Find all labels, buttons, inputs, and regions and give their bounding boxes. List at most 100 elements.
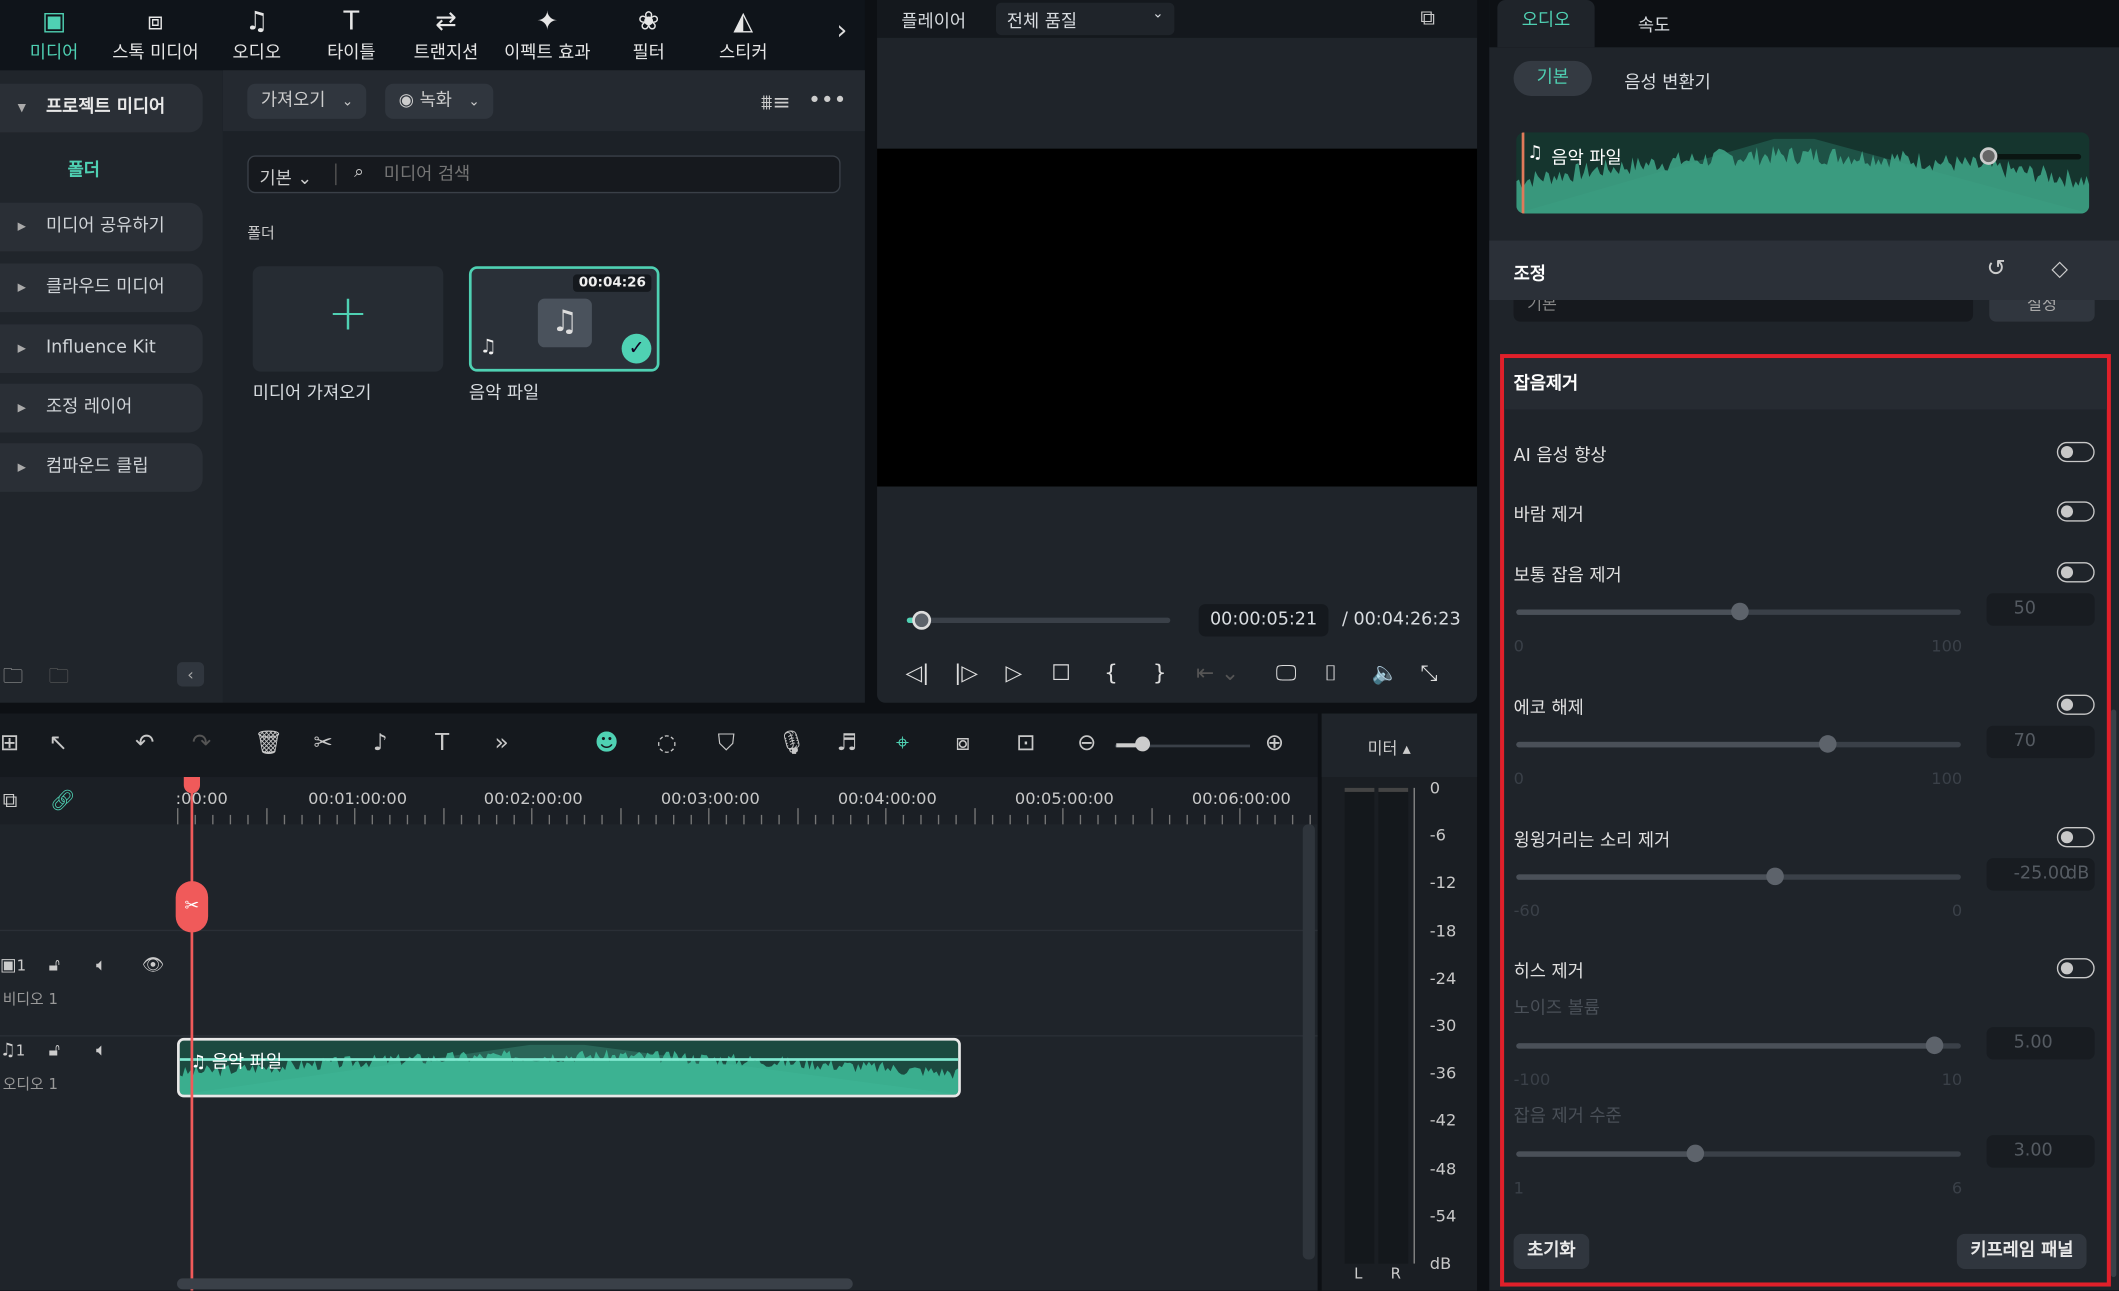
hiss-option-slider[interactable] (1516, 1036, 1961, 1055)
quality-dropdown[interactable]: 전체 품질 ⌄ (995, 2, 1175, 36)
speaker-icon[interactable]: 🔈︎ (96, 1041, 107, 1061)
filter-sort-icon[interactable]: ⩩≡ (761, 89, 791, 116)
record-dropdown[interactable]: ◉ 녹화 ⌄ (385, 83, 494, 119)
denoise-option-toggle[interactable] (2056, 501, 2095, 522)
ai-robot-icon[interactable]: ☻ (595, 730, 619, 757)
delete-icon[interactable]: 🗑︎ (254, 730, 283, 757)
hiss-option-value-input[interactable]: 3.00 (1986, 1135, 2095, 1168)
volume-line-slider[interactable] (1989, 154, 2082, 160)
text-icon[interactable]: T (435, 730, 449, 757)
lock-icon[interactable]: 🔓︎ (49, 955, 60, 975)
sidebar-item-influence-kit[interactable]: ▶ Influence Kit (0, 324, 203, 373)
music-list-icon[interactable]: ♬ (837, 730, 858, 757)
keyframe-panel-button[interactable]: 키프레임 패널 (1956, 1233, 2087, 1269)
mark-in-icon[interactable]: { (1104, 659, 1118, 685)
volume-knob[interactable] (1979, 147, 1998, 165)
microphone-icon[interactable]: 🎙︎ (777, 730, 806, 757)
display-icon[interactable]: 🖵 (1276, 659, 1297, 686)
mark-out-icon[interactable]: } (1153, 659, 1167, 685)
slider-knob[interactable] (1685, 1144, 1704, 1163)
tab-title-t[interactable]: T 타이틀 (304, 5, 399, 64)
next-frame-icon[interactable]: |▷ (954, 659, 978, 685)
import-media-card[interactable]: + (252, 266, 444, 372)
audio-edit-icon[interactable]: ♪ (373, 730, 388, 757)
clip-settings-icon[interactable]: ⧇ (955, 730, 970, 757)
music-file-card[interactable]: ♫ 00:04:26 ♫ ✓ (468, 266, 660, 372)
preset-dropdown[interactable]: 기본 (1513, 300, 1974, 322)
tab-effects-star[interactable]: ✦ 이펙트 효과 (500, 5, 595, 64)
volume-icon[interactable]: 🔈 (1372, 659, 1399, 685)
slider-knob[interactable] (1730, 602, 1749, 621)
denoise-option-slider[interactable] (1516, 735, 1961, 753)
speaker-icon[interactable]: 🔈︎ (96, 955, 107, 975)
scrubber-knob[interactable] (912, 610, 931, 630)
zoom-out-icon[interactable]: ⊖ (1077, 730, 1096, 757)
link-icon[interactable]: 🔗︎ (50, 788, 76, 812)
tab-media[interactable]: ▣ 미디어 (7, 5, 102, 64)
lock-icon[interactable]: 🔓︎ (49, 1041, 60, 1061)
render-icon[interactable]: ◌ (657, 730, 677, 757)
denoise-option-toggle[interactable] (2056, 827, 2095, 848)
new-folder-icon[interactable]: 🗀 (3, 662, 23, 696)
snapshot-camera-icon[interactable]: ⌷ (1324, 659, 1337, 686)
sidebar-item-compound-clip[interactable]: ▶ 컴파운드 클립 (0, 443, 203, 492)
hiss-option-slider[interactable] (1516, 1144, 1961, 1163)
more-options-icon[interactable]: ••• (808, 86, 846, 112)
tab-music-note[interactable]: ♫ 오디오 (209, 5, 304, 64)
sidebar-folder[interactable]: 폴더 (68, 155, 100, 181)
denoise-option-slider[interactable] (1516, 867, 1961, 886)
settings-button[interactable]: 설정 (1989, 300, 2095, 322)
collapse-sidebar-button[interactable]: ‹ (177, 662, 205, 687)
marker-icon[interactable]: ⛉ (718, 730, 735, 757)
toolbar-more-button[interactable]: › (837, 14, 848, 46)
select-arrow-icon[interactable]: ↖ (49, 730, 68, 757)
folder-icon[interactable]: 🗀 (49, 662, 69, 696)
denoise-option-toggle[interactable] (2056, 441, 2095, 463)
denoise-option-value-input[interactable]: 50 (1986, 593, 2095, 626)
media-search-input[interactable] (383, 160, 817, 188)
tab-audio[interactable]: 오디오 (1497, 0, 1595, 48)
redo-icon[interactable]: ↷ (192, 730, 211, 757)
sidebar-item-adjustment-layer[interactable]: ▶ 조정 레이어 (0, 383, 203, 433)
denoise-option-value-input[interactable]: 70 (1986, 725, 2095, 759)
denoise-option-toggle[interactable] (2056, 694, 2095, 715)
tab-sticker[interactable]: ◭ 스티커 (696, 5, 791, 64)
snap-icon[interactable]: ⌖ (896, 730, 909, 757)
playhead[interactable] (190, 777, 194, 1291)
zoom-in-icon[interactable]: ⊕ (1265, 730, 1284, 757)
timeline-horizontal-scrollbar[interactable] (177, 1278, 853, 1290)
denoise-option-toggle[interactable] (2056, 562, 2095, 583)
panel-scrollbar[interactable] (2110, 709, 2117, 1278)
subtab-voice-changer[interactable]: 음성 변환기 (1624, 68, 1710, 93)
denoise-option-slider[interactable] (1516, 602, 1961, 621)
timeline-vertical-scrollbar[interactable] (1302, 824, 1315, 1260)
tab-speed[interactable]: 속도 (1638, 11, 1670, 37)
split-scissors-button[interactable]: ✂ (175, 881, 209, 933)
playback-scrubber[interactable] (906, 610, 1171, 630)
tab-stock-media[interactable]: ⧈ 스톡 미디어 (108, 5, 203, 64)
play-icon[interactable]: ▷ (1005, 659, 1022, 685)
hiss-option-value-input[interactable]: 5.00 (1986, 1027, 2095, 1060)
fit-icon[interactable]: ⊡ (1016, 730, 1035, 757)
sidebar-item-project-media[interactable]: ▼ 프로젝트 미디어 (0, 83, 203, 133)
layout-icon[interactable]: ⊞ (0, 730, 19, 757)
tab-filter[interactable]: ❀ 필터 (601, 5, 696, 64)
video-preview[interactable] (877, 148, 1478, 487)
reset-button[interactable]: 초기화 (1513, 1233, 1590, 1269)
import-dropdown[interactable]: 가져오기 ⌄ (247, 83, 367, 119)
current-time[interactable]: 00:00:05:21 (1198, 604, 1329, 637)
keyframe-diamond-icon[interactable]: ◇ (2051, 255, 2068, 281)
cut-scissors-icon[interactable]: ✂ (314, 730, 333, 757)
more-tools-icon[interactable]: » (495, 730, 509, 757)
insert-icon[interactable]: ⇤ ⌄ (1196, 659, 1239, 685)
zoom-slider-knob[interactable] (1135, 736, 1151, 752)
monitor-chart-icon[interactable]: ⧉ (1420, 5, 1434, 29)
undo-icon[interactable]: ↶ (135, 730, 154, 757)
denoise-option-value-input[interactable]: -25.00 dB (1986, 858, 2095, 891)
meter-menu[interactable]: 미터 ▴ (1368, 737, 1411, 760)
denoise-option-toggle[interactable] (2056, 958, 2095, 979)
reset-icon[interactable]: ↺ (1987, 255, 2006, 282)
view-dropdown[interactable]: 기본 ⌄ (259, 164, 312, 189)
eye-icon[interactable]: 👁︎ (142, 955, 164, 975)
prev-frame-icon[interactable]: ◁| (905, 659, 929, 685)
